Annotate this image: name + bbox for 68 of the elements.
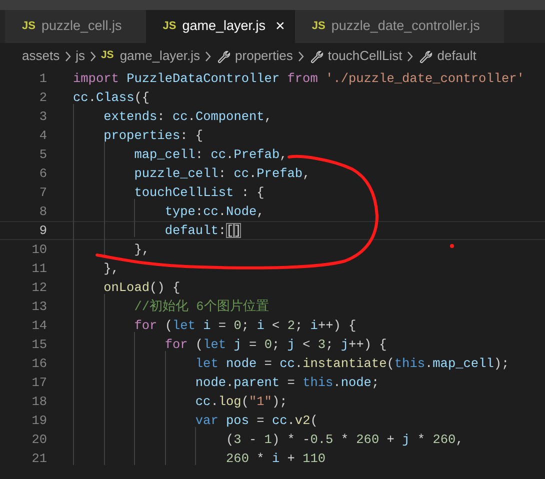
line-number: 16 <box>30 354 47 373</box>
breadcrumb-item[interactable]: js <box>76 46 85 66</box>
wrench-icon <box>308 48 324 64</box>
chevron-right-icon <box>64 50 72 62</box>
code-line: map_cell: cc.Prefab, <box>134 146 288 164</box>
line-number: 17 <box>30 374 47 392</box>
code-line: (3 - 1) * -0.5 * 260 + j * 260, <box>226 430 464 449</box>
close-icon[interactable]: × <box>276 14 285 38</box>
code-line: onLoad() { <box>104 278 180 297</box>
tab-label: puzzle_date_controller.js <box>331 17 480 36</box>
line-number: 1 <box>38 70 47 88</box>
code-line: 260 * i + 110 <box>226 450 326 468</box>
chevron-right-icon <box>88 50 97 62</box>
code-line: default:[] <box>164 222 242 240</box>
editor-tab[interactable]: JS puzzle_date_controller.js <box>294 10 504 43</box>
wrench-icon <box>216 48 232 64</box>
line-number: 10 <box>30 240 47 259</box>
chevron-right-icon <box>296 50 305 62</box>
code-line: for (let i = 0; i < 2; i++) { <box>134 316 356 335</box>
js-file-label: JS <box>312 19 326 34</box>
tab-label: puzzle_cell.js <box>41 17 122 36</box>
code-line: puzzle_cell: cc.Prefab, <box>134 164 310 183</box>
line-number: 15 <box>30 336 47 354</box>
annotation-dot <box>450 244 454 248</box>
js-file-label: JS <box>162 19 176 34</box>
code-line: cc.log("1"); <box>195 392 288 411</box>
breadcrumb-item[interactable]: assets <box>22 46 60 66</box>
line-number: 14 <box>30 316 47 335</box>
line-number: 6 <box>38 164 47 183</box>
code-line: properties: { <box>104 126 204 145</box>
line-number: 12 <box>30 278 47 297</box>
tab-label: game_layer.js <box>182 17 266 36</box>
editor-tab[interactable]: JS puzzle_cell.js <box>5 10 146 43</box>
line-number: 7 <box>38 184 47 202</box>
code-line: }, <box>104 260 119 278</box>
chevron-right-icon <box>204 50 212 62</box>
line-number: 19 <box>30 412 47 430</box>
line-number: 5 <box>38 146 47 164</box>
js-file-label: JS <box>100 48 114 64</box>
code-line: }, <box>134 240 150 259</box>
line-number: 13 <box>30 298 47 316</box>
line-number: 21 <box>30 450 47 468</box>
breadcrumb-item[interactable]: properties <box>235 46 293 66</box>
code-line: for (let j = 0; j < 3; j++) { <box>164 336 387 354</box>
js-file-label: JS <box>22 19 36 34</box>
line-number: 8 <box>38 202 47 221</box>
code-line: var pos = cc.v2( <box>195 412 318 430</box>
code-line: touchCellList : { <box>134 184 264 202</box>
code-line: extends: cc.Component, <box>104 108 272 126</box>
line-number: 4 <box>38 126 47 145</box>
code-line: //初始化 6个图片位置 <box>134 298 269 316</box>
wrench-icon <box>418 48 434 64</box>
line-number: 20 <box>30 430 47 449</box>
line-number: 18 <box>30 392 47 411</box>
breadcrumb-item[interactable]: touchCellList <box>328 46 402 66</box>
line-number: 11 <box>30 260 47 278</box>
line-number: 3 <box>38 108 47 126</box>
code-line: type:cc.Node, <box>164 202 264 221</box>
breadcrumb-item[interactable]: default <box>437 46 476 66</box>
code-line: let node = cc.instantiate(this.map_cell); <box>195 354 510 373</box>
code-line: cc.Class({ <box>73 88 150 107</box>
line-number: 2 <box>38 88 47 107</box>
breadcrumb-item[interactable]: game_layer.js <box>120 46 200 66</box>
code-line: import PuzzleDataController from './puzzle_date_controller' <box>73 70 524 88</box>
line-number: 9 <box>38 222 47 240</box>
editor-tab[interactable]: JS game_layer.js × <box>146 10 295 43</box>
code-line: node.parent = this.node; <box>195 374 380 392</box>
chevron-right-icon <box>406 50 414 62</box>
